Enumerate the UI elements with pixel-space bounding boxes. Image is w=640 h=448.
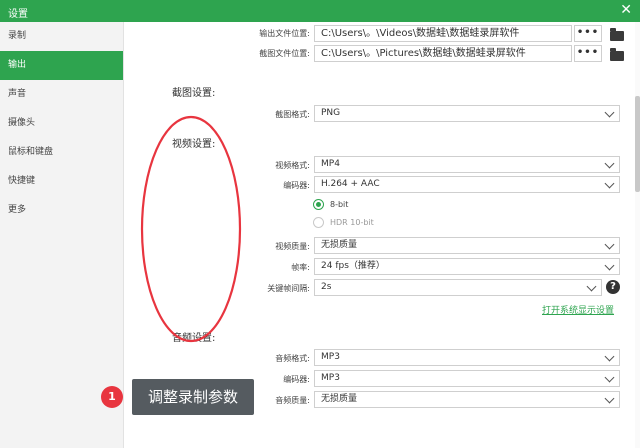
video-quality-label: 视频质量:	[275, 242, 310, 251]
output-path-field[interactable]: C:\Users\。\Videos\数据蛙\数据蛙录屏软件	[314, 25, 572, 42]
scrollbar-track[interactable]	[635, 22, 640, 448]
video-format-value: MP4	[321, 159, 340, 169]
hdr-10bit-label: HDR 10-bit	[330, 218, 374, 227]
chevron-down-icon	[604, 158, 615, 169]
output-path-label: 输出文件位置:	[259, 29, 310, 38]
hdr-10bit-radio[interactable]	[313, 217, 324, 228]
video-encoder-value: H.264 + AAC	[321, 179, 380, 189]
audio-quality-select[interactable]: 无损质量	[314, 391, 620, 408]
system-display-settings-link[interactable]: 打开系统显示设置	[542, 303, 614, 316]
help-icon[interactable]: ?	[606, 280, 620, 294]
bit-8-label: 8-bit	[330, 200, 349, 209]
title-bar: 设置 ✕	[0, 0, 640, 22]
chevron-down-icon	[604, 260, 615, 271]
window-title: 设置	[8, 9, 28, 20]
chevron-down-icon	[586, 281, 597, 292]
video-quality-value: 无损质量	[321, 240, 358, 250]
output-path-browse-button[interactable]: •••	[574, 25, 602, 42]
audio-format-select[interactable]: MP3	[314, 349, 620, 366]
screenshot-format-value: PNG	[321, 108, 341, 118]
keyframe-interval-value: 2s	[321, 282, 332, 292]
framerate-value: 24 fps（推荐）	[321, 261, 385, 271]
keyframe-interval-select[interactable]: 2s	[314, 279, 602, 296]
chevron-down-icon	[604, 178, 615, 189]
sidebar-item-output[interactable]: 输出	[0, 51, 123, 80]
keyframe-interval-label: 关键帧间隔:	[267, 284, 310, 293]
audio-format-label: 音频格式:	[275, 354, 310, 363]
sidebar-item-mouse-keyboard[interactable]: 鼠标和键盘	[0, 138, 123, 167]
sidebar-item-hotkeys[interactable]: 快捷键	[0, 167, 123, 196]
chevron-down-icon	[604, 393, 615, 404]
sidebar: 录制 输出 声音 摄像头 鼠标和键盘 快捷键 更多	[0, 22, 124, 448]
screenshot-path-field[interactable]: C:\Users\。\Pictures\数据蛙\数据蛙录屏软件	[314, 45, 572, 62]
bit-8-radio[interactable]	[313, 199, 324, 210]
framerate-select[interactable]: 24 fps（推荐）	[314, 258, 620, 275]
screenshot-format-label: 截图格式:	[275, 110, 310, 119]
screenshot-path-browse-button[interactable]: •••	[574, 45, 602, 62]
close-icon[interactable]: ✕	[620, 2, 632, 18]
output-folder-icon[interactable]	[610, 28, 624, 41]
scrollbar-thumb[interactable]	[635, 96, 640, 192]
annotation-ellipse	[140, 115, 242, 343]
framerate-label: 帧率:	[291, 263, 310, 272]
audio-format-value: MP3	[321, 352, 340, 362]
video-format-select[interactable]: MP4	[314, 156, 620, 173]
screenshot-settings-heading: 截图设置:	[172, 88, 216, 99]
audio-quality-value: 无损质量	[321, 394, 358, 404]
chevron-down-icon	[604, 107, 615, 118]
step-caption: 调整录制参数	[132, 379, 254, 415]
audio-encoder-value: MP3	[321, 373, 340, 383]
video-quality-select[interactable]: 无损质量	[314, 237, 620, 254]
video-encoder-select[interactable]: H.264 + AAC	[314, 176, 620, 193]
chevron-down-icon	[604, 239, 615, 250]
sidebar-item-camera[interactable]: 摄像头	[0, 109, 123, 138]
screenshot-folder-icon[interactable]	[610, 48, 624, 61]
step-number-badge: 1	[101, 386, 123, 408]
sidebar-item-record[interactable]: 录制	[0, 22, 123, 51]
chevron-down-icon	[604, 351, 615, 362]
sidebar-item-sound[interactable]: 声音	[0, 80, 123, 109]
screenshot-path-label: 截图文件位置:	[259, 49, 310, 58]
screenshot-format-select[interactable]: PNG	[314, 105, 620, 122]
video-encoder-label: 编码器:	[283, 181, 310, 190]
video-format-label: 视频格式:	[275, 161, 310, 170]
chevron-down-icon	[604, 372, 615, 383]
audio-encoder-select[interactable]: MP3	[314, 370, 620, 387]
sidebar-item-more[interactable]: 更多	[0, 196, 123, 225]
